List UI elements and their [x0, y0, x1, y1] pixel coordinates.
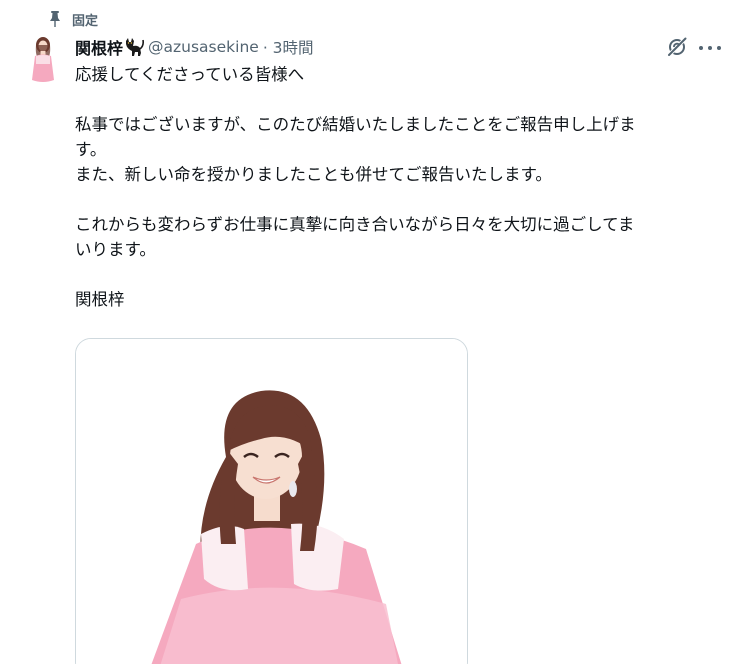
black-cat-icon — [124, 38, 145, 56]
tweet-line: また、新しい命を授かりましたことも併せてご報告いたします。 — [75, 165, 552, 184]
tweet-text: 応援してくださっている皆様へ 私事ではございますが、このたび結婚いたしましたこと… — [75, 62, 725, 312]
pin-icon — [48, 11, 62, 27]
dot — [699, 46, 703, 50]
tweet-line: 応援してくださっている皆様へ — [75, 65, 305, 84]
dot — [717, 46, 721, 50]
pinned-label: 固定 — [72, 13, 99, 29]
grok-icon[interactable] — [666, 36, 688, 58]
tweet-line: 私事ではございますが、このたび結婚いたしましたことをご報告申し上げま — [75, 115, 636, 134]
avatar[interactable] — [26, 34, 60, 86]
post-time[interactable]: · 3時間 — [263, 36, 314, 58]
tweet-header: 関根梓 @azusasekine · 3時間 — [75, 36, 314, 58]
dot — [708, 46, 712, 50]
pinned-indicator: 固定 — [48, 9, 98, 29]
tweet-line: いります。 — [75, 240, 156, 259]
author-handle[interactable]: @azusasekine — [148, 38, 259, 56]
more-icon[interactable] — [699, 38, 721, 58]
tweet-line: これからも変わらずお仕事に真摯に向き合いながら日々を大切に過ごしてま — [75, 215, 635, 234]
author-name[interactable]: 関根梓 — [75, 35, 123, 59]
attached-photo[interactable] — [75, 338, 468, 664]
tweet-line: す。 — [75, 140, 107, 159]
signature-line: 関根梓 — [75, 290, 125, 309]
